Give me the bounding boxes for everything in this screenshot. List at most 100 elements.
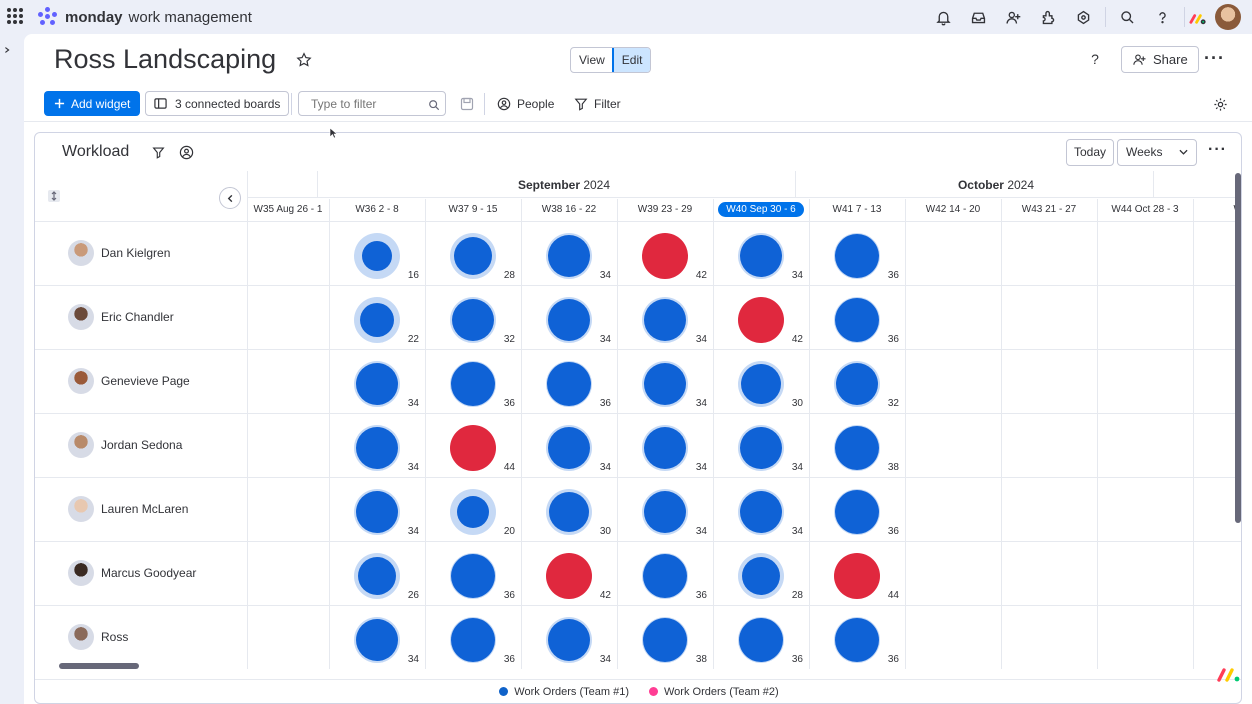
- workload-cell[interactable]: 34: [617, 477, 713, 541]
- workload-cell[interactable]: 36: [425, 605, 521, 669]
- workload-cell[interactable]: 36: [425, 541, 521, 605]
- legend-item[interactable]: Work Orders (Team #2): [649, 686, 779, 698]
- workload-cell[interactable]: 34: [617, 285, 713, 349]
- workload-cell[interactable]: 28: [713, 541, 809, 605]
- workload-value: 36: [887, 270, 899, 281]
- workload-cell[interactable]: 16: [329, 221, 425, 285]
- view-mode-button[interactable]: View: [571, 48, 613, 72]
- workload-cell[interactable]: 30: [521, 477, 617, 541]
- workload-cell[interactable]: 34: [617, 349, 713, 413]
- search-icon[interactable]: [1110, 0, 1145, 34]
- workload-bubble: [740, 235, 782, 277]
- edit-mode-button[interactable]: Edit: [611, 48, 651, 72]
- filter-button[interactable]: Filter: [574, 91, 621, 116]
- workload-cell[interactable]: 30: [713, 349, 809, 413]
- add-widget-button[interactable]: Add widget: [44, 91, 141, 116]
- today-button[interactable]: Today: [1066, 139, 1115, 166]
- apps-grid-icon[interactable]: [7, 8, 23, 24]
- legend-item[interactable]: Work Orders (Team #1): [499, 686, 629, 698]
- workload-cell[interactable]: 36: [425, 349, 521, 413]
- monday-logo[interactable]: monday work management: [37, 6, 252, 28]
- workload-bubble: [739, 618, 783, 662]
- workload-cell[interactable]: 36: [521, 349, 617, 413]
- person-row[interactable]: Genevieve Page: [35, 349, 247, 413]
- star-icon[interactable]: [296, 52, 312, 68]
- workload-cell[interactable]: 34: [521, 285, 617, 349]
- workload-value: 28: [791, 590, 803, 601]
- board-more-icon[interactable]: ···: [1204, 48, 1225, 69]
- page-title[interactable]: Ross Landscaping: [54, 44, 276, 75]
- workload-cell[interactable]: 34: [329, 349, 425, 413]
- person-row[interactable]: Lauren McLaren: [35, 477, 247, 541]
- help-icon[interactable]: [1145, 0, 1180, 34]
- person-row[interactable]: Jordan Sedona: [35, 413, 247, 477]
- month-year: 2024: [1003, 178, 1035, 192]
- save-view-icon[interactable]: [460, 97, 474, 111]
- workload-cell[interactable]: 42: [713, 285, 809, 349]
- share-button[interactable]: Share: [1121, 46, 1199, 73]
- person-row[interactable]: Dan Kielgren: [35, 221, 247, 285]
- apps-marketplace-icon[interactable]: [1066, 0, 1101, 34]
- workload-cell[interactable]: 20: [425, 477, 521, 541]
- widget-more-icon[interactable]: ···: [1208, 141, 1227, 159]
- workload-cell[interactable]: 36: [617, 541, 713, 605]
- filter-input[interactable]: [298, 91, 446, 116]
- workload-bubble: [549, 492, 589, 532]
- monday-products-icon[interactable]: [1189, 10, 1207, 25]
- vertical-scrollbar[interactable]: [1235, 173, 1241, 523]
- horizontal-scrollbar[interactable]: [59, 663, 139, 669]
- workload-cell[interactable]: 32: [809, 349, 905, 413]
- workload-cell[interactable]: 36: [809, 221, 905, 285]
- integrations-icon[interactable]: [1031, 0, 1066, 34]
- workload-cell[interactable]: 34: [713, 477, 809, 541]
- workload-cell[interactable]: 34: [329, 413, 425, 477]
- settings-gear-icon[interactable]: [1213, 97, 1228, 112]
- workload-cell[interactable]: 32: [425, 285, 521, 349]
- workload-cell[interactable]: 42: [617, 221, 713, 285]
- workload-cell[interactable]: 28: [425, 221, 521, 285]
- week-label-text: W38 16 - 22: [541, 204, 597, 215]
- workload-cell[interactable]: 44: [809, 541, 905, 605]
- connected-boards-button[interactable]: 3 connected boards: [145, 91, 290, 116]
- search-icon: [428, 98, 440, 111]
- workload-cell[interactable]: 36: [713, 605, 809, 669]
- invite-icon[interactable]: [996, 0, 1031, 34]
- inbox-icon[interactable]: [961, 0, 996, 34]
- person-name: Ross: [101, 630, 129, 644]
- widget-title[interactable]: Workload: [62, 143, 129, 161]
- workload-cell[interactable]: 42: [521, 541, 617, 605]
- person-row[interactable]: Ross: [35, 605, 247, 669]
- workload-cell[interactable]: 34: [329, 605, 425, 669]
- workload-cell[interactable]: 34: [713, 221, 809, 285]
- workload-cell[interactable]: 36: [809, 605, 905, 669]
- board-help-button[interactable]: ?: [1086, 51, 1104, 69]
- person-row[interactable]: Eric Chandler: [35, 285, 247, 349]
- sidebar-expand-icon[interactable]: [0, 40, 14, 60]
- workload-cell[interactable]: 34: [521, 605, 617, 669]
- people-filter-button[interactable]: People: [497, 91, 554, 116]
- workload-cell[interactable]: 34: [713, 413, 809, 477]
- bell-icon[interactable]: [926, 0, 961, 34]
- workload-cell[interactable]: 36: [809, 285, 905, 349]
- timescale-dropdown[interactable]: Weeks: [1117, 139, 1197, 166]
- header-divider: [247, 197, 1241, 198]
- workload-cell[interactable]: 34: [521, 221, 617, 285]
- workload-cell[interactable]: 38: [809, 413, 905, 477]
- widget-filter-icon[interactable]: [152, 146, 165, 159]
- previous-period-button[interactable]: [219, 187, 241, 209]
- workload-value: 36: [503, 398, 515, 409]
- workload-cell[interactable]: 36: [809, 477, 905, 541]
- workload-cell[interactable]: 34: [521, 413, 617, 477]
- widget-person-filter-icon[interactable]: [179, 145, 194, 160]
- workload-bubble: [644, 299, 686, 341]
- monday-corner-logo-icon[interactable]: [1216, 664, 1242, 684]
- user-avatar[interactable]: [1215, 4, 1241, 30]
- workload-cell[interactable]: 22: [329, 285, 425, 349]
- workload-cell[interactable]: 44: [425, 413, 521, 477]
- workload-cell[interactable]: 34: [617, 413, 713, 477]
- workload-cell[interactable]: 34: [329, 477, 425, 541]
- workload-cell[interactable]: 38: [617, 605, 713, 669]
- workload-cell[interactable]: 26: [329, 541, 425, 605]
- person-row[interactable]: Marcus Goodyear: [35, 541, 247, 605]
- expand-rows-icon[interactable]: [47, 189, 61, 203]
